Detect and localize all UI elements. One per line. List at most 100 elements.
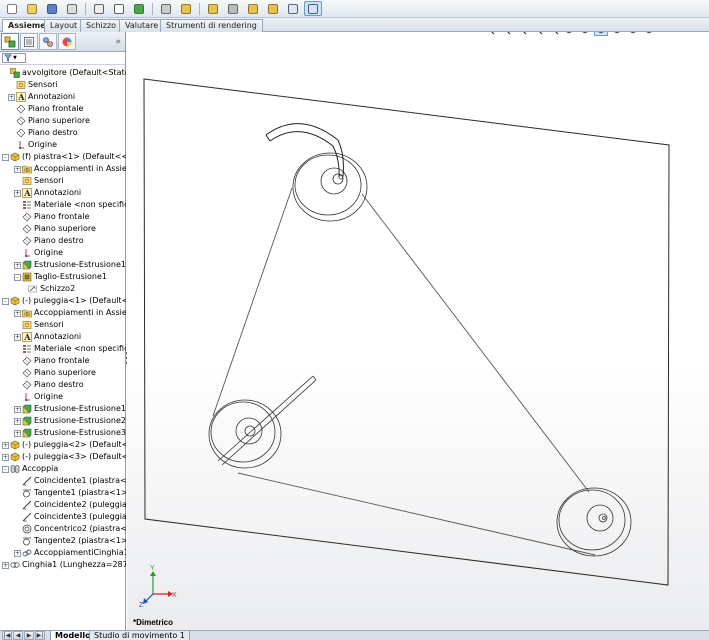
scroll-last-button[interactable]: ▶|: [35, 631, 45, 640]
tree-item[interactable]: Origine: [14, 391, 63, 403]
tree-item[interactable]: + Accoppiamenti in Assie: [14, 163, 126, 175]
configuration-manager-tab[interactable]: [39, 33, 57, 50]
panel-expand-chevron[interactable]: »: [115, 37, 121, 47]
collapse-toggle[interactable]: -: [14, 273, 21, 281]
configuration-icon: [43, 36, 53, 47]
insert-component-icon[interactable]: [204, 1, 222, 16]
expand-toggle[interactable]: +: [2, 453, 9, 461]
view-orientation-icon[interactable]: [304, 1, 322, 16]
open-icon[interactable]: [23, 1, 41, 16]
tree-item[interactable]: - (-) puleggia<1> (Default<<: [2, 295, 126, 307]
tree-item[interactable]: + Cinghia1 (Lunghezza=2870: [2, 559, 126, 571]
expand-toggle[interactable]: +: [14, 261, 21, 269]
new-document-icon[interactable]: [3, 1, 21, 16]
tree-item[interactable]: + Estrusione-Estrusione2: [14, 415, 126, 427]
mates-folder-icon: [22, 164, 32, 174]
tree-item[interactable]: Piano frontale: [14, 211, 89, 223]
expand-toggle[interactable]: +: [14, 417, 21, 425]
tree-item[interactable]: Materiale <non specific: [14, 199, 126, 211]
tree-item[interactable]: Piano frontale: [8, 103, 83, 115]
tree-item[interactable]: Piano destro: [8, 127, 78, 139]
rebuild-icon[interactable]: [130, 1, 148, 16]
tree-item[interactable]: Piano superiore: [14, 367, 96, 379]
tree-item[interactable]: avvolgitore (Default<Stato di v: [2, 67, 126, 79]
tree-item[interactable]: + A Annotazioni: [14, 331, 81, 343]
tree-item[interactable]: Schizzo2: [20, 283, 75, 295]
tree-item[interactable]: Coincidente2 (puleggia: [14, 499, 126, 511]
expand-toggle[interactable]: +: [8, 93, 15, 101]
scroll-prev-button[interactable]: ◀: [13, 631, 23, 640]
tree-item[interactable]: Piano superiore: [8, 115, 90, 127]
expand-toggle[interactable]: +: [14, 309, 21, 317]
tree-item[interactable]: Piano destro: [14, 379, 84, 391]
undo-icon[interactable]: [90, 1, 108, 16]
select-icon[interactable]: [110, 1, 128, 16]
scroll-next-button[interactable]: ▶: [24, 631, 34, 640]
tree-item[interactable]: + A Annotazioni: [14, 187, 81, 199]
tree-item[interactable]: Piano destro: [14, 235, 84, 247]
tree-item[interactable]: Coincidente1 (piastra<1: [14, 475, 126, 487]
tree-item-label: Cinghia1 (Lunghezza=2870: [22, 560, 126, 569]
graphics-area[interactable]: Y X Z: [127, 32, 709, 630]
tree-item[interactable]: Sensori: [8, 79, 58, 91]
tree-item[interactable]: + A Annotazioni: [8, 91, 75, 103]
tab-studio-movimento[interactable]: Studio di movimento 1: [89, 631, 190, 640]
feature-tree: avvolgitore (Default<Stato di vSensori+A…: [0, 67, 126, 607]
expand-toggle[interactable]: +: [14, 333, 21, 341]
feature-manager-tab[interactable]: [1, 33, 19, 50]
expand-toggle[interactable]: +: [2, 441, 9, 449]
collapse-toggle[interactable]: -: [2, 297, 9, 305]
tree-item[interactable]: + AccoppiamentiCinghia1: [14, 547, 126, 559]
expand-toggle[interactable]: +: [14, 549, 21, 557]
collapse-toggle[interactable]: -: [2, 153, 9, 161]
options-icon[interactable]: [157, 1, 175, 16]
scroll-first-button[interactable]: |◀: [2, 631, 12, 640]
tree-item[interactable]: + (-) puleggia<2> (Default<<: [2, 439, 126, 451]
expand-toggle[interactable]: +: [14, 429, 21, 437]
tree-item[interactable]: + Estrusione-Estrusione1: [14, 403, 126, 415]
mate-icon[interactable]: [224, 1, 242, 16]
tree-item[interactable]: - (f) piastra<1> (Default<<De: [2, 151, 126, 163]
tree-filter[interactable]: ▼: [2, 53, 26, 63]
tree-item[interactable]: - Taglio-Estrusione1: [14, 271, 107, 283]
expand-toggle[interactable]: +: [2, 561, 9, 569]
expand-toggle[interactable]: +: [14, 189, 21, 197]
tree-item[interactable]: Sensori: [14, 319, 64, 331]
tab-layout[interactable]: Layout: [44, 19, 84, 32]
print-icon[interactable]: [63, 1, 81, 16]
smart-fasteners-icon[interactable]: [244, 1, 262, 16]
collapse-toggle[interactable]: -: [2, 465, 9, 473]
tree-item[interactable]: Tangente1 (piastra<1>,p: [14, 487, 126, 499]
mates-icon: [10, 464, 20, 474]
property-manager-tab[interactable]: [20, 33, 38, 50]
tree-item[interactable]: + Accoppiamenti in Assie: [14, 307, 126, 319]
tree-item[interactable]: Piano frontale: [14, 355, 89, 367]
assembly-icon[interactable]: [177, 1, 195, 16]
expand-toggle[interactable]: +: [14, 405, 21, 413]
save-icon[interactable]: [43, 1, 61, 16]
tree-item[interactable]: + Estrusione-Estrusione3: [14, 427, 126, 439]
bom-icon[interactable]: [284, 1, 302, 16]
tree-item[interactable]: + Estrusione-Estrusione1: [14, 259, 126, 271]
tree-item[interactable]: Materiale <non specific: [14, 343, 126, 355]
tree-item[interactable]: Sensori: [14, 175, 64, 187]
triad-z-label: Z: [139, 602, 144, 609]
tree-item-label: Piano frontale: [34, 212, 90, 221]
expand-toggle[interactable]: +: [14, 165, 21, 173]
tree-item[interactable]: + (-) puleggia<3> (Default<<: [2, 451, 126, 463]
tree-item[interactable]: Piano superiore: [14, 223, 96, 235]
tree-item[interactable]: Coincidente3 (puleggia: [14, 511, 126, 523]
tab-valutare[interactable]: Valutare: [119, 19, 165, 32]
tab-strumenti-rendering[interactable]: Strumenti di rendering: [160, 19, 263, 32]
display-manager-tab[interactable]: [58, 33, 76, 50]
tree-item[interactable]: Origine: [8, 139, 57, 151]
tree-item[interactable]: Concentrico2 (piastra<1: [14, 523, 126, 535]
tree-item[interactable]: Origine: [14, 247, 63, 259]
tree-item[interactable]: Tangente2 (piastra<1>,p: [14, 535, 126, 547]
tab-schizzo[interactable]: Schizzo: [80, 19, 123, 32]
tree-item[interactable]: - Accoppia: [2, 463, 58, 475]
explode-icon[interactable]: [264, 1, 282, 16]
